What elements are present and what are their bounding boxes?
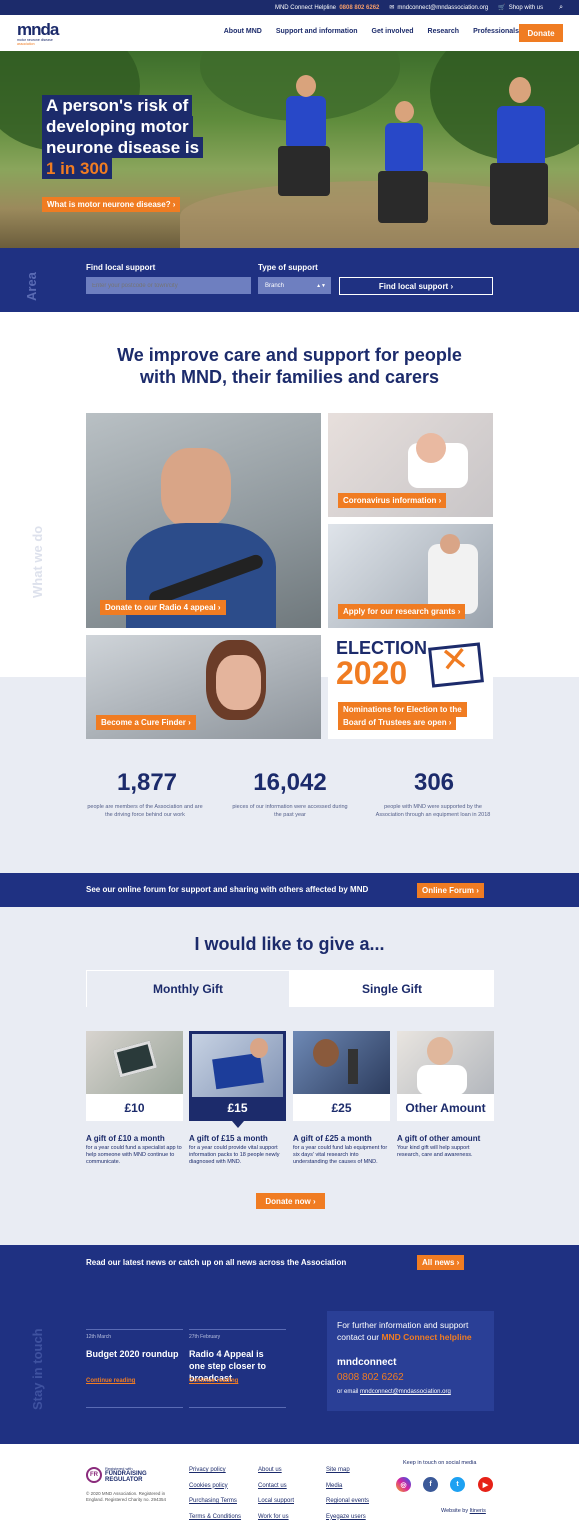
local-support-link[interactable]: Local support: [258, 1494, 294, 1510]
site-map-link[interactable]: Site map: [326, 1463, 369, 1479]
mail-icon: ✉: [389, 5, 395, 11]
utility-bar: MND Connect Helpline 0808 802 6262 ✉ mndc…: [0, 0, 579, 15]
gift-image: [192, 1034, 283, 1097]
stat-loans: 306: [413, 769, 455, 796]
research-grants-tile[interactable]: Apply for our research grants ›: [328, 524, 493, 628]
main-nav: About MND Support and information Get in…: [224, 28, 519, 35]
ballot-icon: ✕: [428, 640, 484, 688]
footer-col-1: Privacy policy Cookies policy Purchasing…: [189, 1463, 241, 1525]
nav-professionals[interactable]: Professionals: [473, 28, 519, 35]
logo[interactable]: mnda motor neurone disease association: [17, 21, 87, 47]
contact-phone[interactable]: 0808 802 6262: [337, 1372, 404, 1383]
gift-card-15[interactable]: £15: [189, 1031, 286, 1121]
radio-appeal-tile[interactable]: Donate to our Radio 4 appeal ›: [86, 413, 321, 628]
instagram-icon[interactable]: ◎: [396, 1477, 411, 1492]
nav-research[interactable]: Research: [428, 28, 460, 35]
cart-icon: 🛒: [498, 5, 506, 11]
gift-card-10[interactable]: £10: [86, 1031, 183, 1121]
gift-image: [293, 1031, 390, 1094]
nav-get-involved[interactable]: Get involved: [372, 28, 414, 35]
cookies-policy-link[interactable]: Cookies policy: [189, 1479, 241, 1495]
footer-col-3: Site map Media Regional events Eyegaze u…: [326, 1463, 369, 1525]
tab-single-gift[interactable]: Single Gift: [290, 970, 494, 1007]
site-header: mnda motor neurone disease association A…: [0, 15, 579, 51]
eyegaze-users-link[interactable]: Eyegaze users: [326, 1510, 369, 1526]
hero-headline: A person's risk of developing motor neur…: [42, 95, 242, 179]
all-news-button[interactable]: All news ›: [417, 1255, 465, 1270]
find-local-support-button[interactable]: Find local support ›: [339, 277, 493, 295]
give-title: I would like to give a...: [194, 934, 385, 954]
continue-reading-link[interactable]: Continue reading: [189, 1378, 238, 1384]
stat-members: 1,877: [116, 769, 178, 796]
contact-email-link[interactable]: mndconnect@mndassociation.org: [360, 1389, 451, 1395]
fr-logo-icon: FR: [86, 1466, 102, 1483]
cure-finder-tile[interactable]: Become a Cure Finder ›: [86, 635, 321, 739]
regional-events-link[interactable]: Regional events: [326, 1494, 369, 1510]
online-forum-button[interactable]: Online Forum ›: [417, 883, 484, 898]
youtube-icon[interactable]: ▶: [478, 1477, 493, 1492]
stat-pieces: 16,042: [253, 769, 327, 796]
fundraising-regulator-badge[interactable]: FR Registered with FUNDRAISING REGULATOR: [86, 1466, 147, 1483]
media-link[interactable]: Media: [326, 1479, 369, 1495]
postcode-input[interactable]: [86, 277, 251, 294]
gift-card-other[interactable]: Other Amount: [397, 1031, 494, 1121]
coronavirus-tile[interactable]: Coronavirus information ›: [328, 413, 493, 517]
mission-heading: We improve care and support for people w…: [117, 345, 462, 387]
about-us-link[interactable]: About us: [258, 1463, 294, 1479]
footer-col-2: About us Contact us Local support Work f…: [258, 1463, 294, 1525]
tab-monthly-gift[interactable]: Monthly Gift: [86, 970, 290, 1007]
purchasing-terms-link[interactable]: Purchasing Terms: [189, 1494, 241, 1510]
find-support-bar: Area Find local support Type of support …: [0, 248, 579, 312]
news-title[interactable]: Budget 2020 roundup: [86, 1348, 186, 1360]
email-link[interactable]: ✉ mndconnect@mndassociation.org: [389, 4, 488, 11]
select-arrows-icon: ▲▼: [316, 282, 326, 289]
search-icon[interactable]: ⌕: [559, 4, 563, 12]
privacy-policy-link[interactable]: Privacy policy: [189, 1463, 241, 1479]
work-for-us-link[interactable]: Work for us: [258, 1510, 294, 1526]
support-type-select[interactable]: Branch ▲▼: [258, 277, 331, 294]
contact-us-link[interactable]: Contact us: [258, 1479, 294, 1495]
person-image: [286, 96, 326, 146]
nav-support-information[interactable]: Support and information: [276, 28, 358, 35]
election-tile[interactable]: ELECTION 2020 ✕ Nominations for Election…: [328, 635, 493, 739]
nav-about-mnd[interactable]: About MND: [224, 28, 262, 35]
agency-link[interactable]: Itineris: [470, 1508, 486, 1514]
terms-conditions-link[interactable]: Terms & Conditions: [189, 1510, 241, 1526]
helpline-number[interactable]: 0808 802 6262: [339, 5, 379, 11]
twitter-icon[interactable]: t: [450, 1477, 465, 1492]
forum-banner: See our online forum for support and sha…: [0, 873, 579, 907]
donate-now-button[interactable]: Donate now ›: [256, 1193, 325, 1209]
what-is-mnd-link[interactable]: What is motor neurone disease? ›: [42, 197, 181, 212]
facebook-icon[interactable]: f: [423, 1477, 438, 1492]
shop-link[interactable]: 🛒 Shop with us: [498, 4, 543, 11]
site-footer: FR Registered with FUNDRAISING REGULATOR ©…: [0, 1444, 579, 1536]
donate-button[interactable]: Donate: [519, 24, 563, 42]
helpline[interactable]: MND Connect Helpline 0808 802 6262: [275, 5, 379, 11]
contact-box: For further information and support cont…: [327, 1311, 494, 1411]
news-section: Read our latest news or catch up on all …: [0, 1245, 579, 1444]
gift-image: [397, 1031, 494, 1095]
gift-image: [86, 1031, 183, 1094]
gift-card-25[interactable]: £25: [293, 1031, 390, 1121]
hero-stat: 1 in 300: [42, 158, 113, 179]
mndconnect-logo: mndconnect: [337, 1357, 397, 1368]
continue-reading-link[interactable]: Continue reading: [86, 1378, 135, 1384]
selected-pointer: [232, 1121, 244, 1128]
